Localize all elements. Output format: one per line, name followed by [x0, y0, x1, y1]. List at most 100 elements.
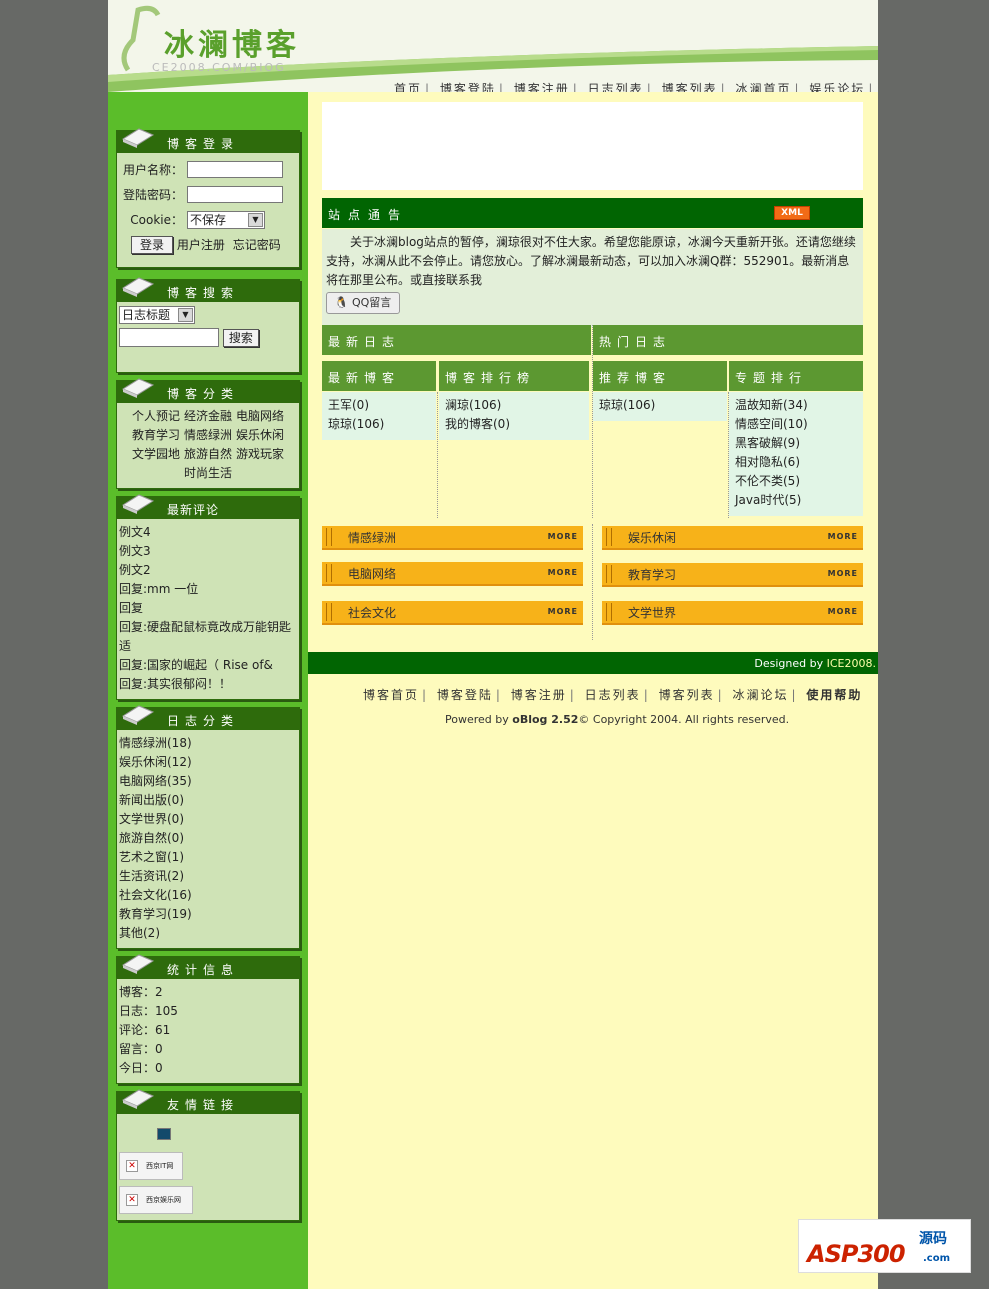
list-item[interactable]: 澜琼(106) — [445, 396, 583, 415]
nav-forum[interactable]: 娱乐论坛 — [809, 82, 865, 92]
login-button[interactable]: 登录 — [131, 236, 174, 254]
footer-nav-login[interactable]: 博客登陆 — [437, 688, 493, 702]
footer-nav-blog-list[interactable]: 博客列表 — [659, 688, 715, 702]
category-item[interactable]: 经济金融 — [184, 409, 232, 423]
friend-link-item[interactable]: ✕ 西京娱乐网 — [119, 1186, 193, 1214]
username-input[interactable] — [187, 161, 283, 178]
blog-category-panel: 博客分类 个人预记 经济金融 电脑网络 教育学习 情感绿洲 娱乐休闲 文学园地 旅游自然游… — [116, 378, 300, 489]
category-item[interactable]: 游戏玩家 — [236, 447, 284, 461]
search-panel-title: 博客搜索 — [167, 286, 240, 300]
search-type-value: 日志标题 — [122, 308, 171, 322]
log-category-item[interactable]: 新闻出版(0) — [119, 791, 297, 810]
qq-message-button[interactable]: 🐧 QQ留言 — [326, 292, 400, 314]
category-item[interactable]: 教育学习 — [132, 428, 180, 442]
category-bar-emotion[interactable]: 情感绿洲 MORE — [322, 526, 583, 550]
comment-item[interactable]: 回复:硬盘配鼠标竟改成万能钥匙 适 — [119, 618, 297, 656]
password-row: 登陆密码： — [121, 182, 295, 207]
search-button[interactable]: 搜索 — [222, 329, 259, 347]
site-header: 冰澜博客 CE2008.COM/BIOG 首页 | 博客登陆 | 博客注册 | 日志列… — [108, 0, 878, 92]
comment-item[interactable]: 例文3 — [119, 542, 297, 561]
list-item[interactable]: 温故知新(34) — [735, 396, 857, 415]
comment-item[interactable]: 回复:其实很郁闷！！ — [119, 675, 297, 694]
footer-nav-register[interactable]: 博客注册 — [511, 688, 567, 702]
comment-item[interactable]: 例文2 — [119, 561, 297, 580]
list-item[interactable]: 情感空间(10) — [735, 415, 857, 434]
nav-binglan-home[interactable]: 冰澜首页 — [735, 82, 791, 92]
more-button[interactable]: MORE — [828, 532, 858, 541]
list-item[interactable]: 不伦不类(5) — [735, 472, 857, 491]
category-item[interactable]: 文学园地 — [132, 447, 180, 461]
category-item[interactable]: 时尚生活 — [184, 466, 232, 480]
cookie-select[interactable]: 不保存 ▼ — [187, 210, 265, 229]
nav-home[interactable]: 首页 — [394, 82, 422, 92]
category-item[interactable]: 娱乐休闲 — [236, 428, 284, 442]
stat-logs: 日志：105 — [119, 1004, 178, 1018]
logo-title[interactable]: 冰澜博客 — [164, 20, 300, 64]
topic-ranking-header: 专题排行 — [729, 361, 863, 391]
footer-nav-log-list[interactable]: 日志列表 — [585, 688, 641, 702]
link-image-icon[interactable] — [157, 1128, 171, 1140]
register-link[interactable]: 用户注册 — [177, 238, 225, 252]
comment-item[interactable]: 例文4 — [119, 523, 297, 542]
footer-nav-help[interactable]: 使用帮助 — [806, 688, 862, 702]
xml-feed-badge[interactable]: XML — [774, 206, 810, 220]
category-bar-entertainment[interactable]: 娱乐休闲 MORE — [602, 526, 863, 550]
designed-by-brand[interactable]: ICE2008. — [827, 657, 876, 670]
list-item[interactable]: 王军(0) — [328, 396, 430, 415]
log-category-item[interactable]: 情感绿洲(18) — [119, 734, 297, 753]
latest-comments-panel: 最新评论 例文4 例文3 例文2 回复:mm 一位 回复 回复:硬盘配鼠标竟改成… — [116, 494, 300, 700]
log-category-item[interactable]: 文学世界(0) — [119, 810, 297, 829]
recommended-title: 推荐博客 — [599, 371, 672, 385]
more-button[interactable]: MORE — [828, 607, 858, 616]
latest-logs-title[interactable]: 最新日志 — [328, 333, 400, 350]
log-category-item[interactable]: 电脑网络(35) — [119, 772, 297, 791]
search-input[interactable] — [119, 328, 219, 347]
list-item[interactable]: 琼琼(106) — [599, 396, 721, 415]
nav-blog-register[interactable]: 博客注册 — [514, 82, 570, 92]
nav-log-list[interactable]: 日志列表 — [588, 82, 644, 92]
list-item[interactable]: 我的博客(0) — [445, 415, 583, 434]
category-item[interactable]: 电脑网络 — [236, 409, 284, 423]
comment-item[interactable]: 回复:mm 一位 — [119, 580, 297, 599]
nav-blog-login[interactable]: 博客登陆 — [440, 82, 496, 92]
friend-link-label: 西京娱乐网 — [146, 1196, 181, 1204]
log-category-item[interactable]: 其他(2) — [119, 924, 297, 943]
category-bar-education[interactable]: 教育学习 MORE — [602, 563, 863, 587]
log-category-item[interactable]: 艺术之窗(1) — [119, 848, 297, 867]
footer-nav-home[interactable]: 博客首页 — [363, 688, 419, 702]
list-item[interactable]: 琼琼(106) — [328, 415, 430, 434]
powered-name[interactable]: oBlog 2.52 — [512, 713, 578, 726]
category-item[interactable]: 旅游自然 — [184, 447, 232, 461]
search-type-select[interactable]: 日志标题 ▼ — [119, 306, 195, 324]
comment-item[interactable]: 回复 — [119, 599, 297, 618]
nav-blog-list[interactable]: 博客列表 — [662, 82, 718, 92]
log-category-item[interactable]: 教育学习(19) — [119, 905, 297, 924]
bar-stripe — [606, 603, 612, 621]
category-item[interactable]: 情感绿洲 — [184, 428, 232, 442]
category-item[interactable]: 个人预记 — [132, 409, 180, 423]
watermark-brand: ASP300 — [807, 1240, 906, 1268]
friend-link-item[interactable]: ✕ 西京IT网 — [119, 1152, 183, 1180]
login-panel-header: 博客登录 — [117, 128, 299, 153]
hot-logs-title[interactable]: 热门日志 — [599, 333, 671, 350]
more-button[interactable]: MORE — [548, 532, 578, 541]
forgot-password-link[interactable]: 忘记密码 — [233, 238, 281, 252]
password-input[interactable] — [187, 186, 283, 203]
log-category-item[interactable]: 旅游自然(0) — [119, 829, 297, 848]
more-button[interactable]: MORE — [828, 569, 858, 578]
log-category-item[interactable]: 生活资讯(2) — [119, 867, 297, 886]
more-button[interactable]: MORE — [548, 607, 578, 616]
category-bar-society[interactable]: 社会文化 MORE — [322, 601, 583, 625]
notice-title: 站点通告 — [328, 208, 409, 222]
list-item[interactable]: Java时代(5) — [735, 491, 857, 510]
log-category-item[interactable]: 社会文化(16) — [119, 886, 297, 905]
comment-item[interactable]: 回复:国家的崛起（ Rise of& — [119, 656, 297, 675]
category-bar-literature[interactable]: 文学世界 MORE — [602, 601, 863, 625]
category-bar-computer[interactable]: 电脑网络 MORE — [322, 562, 583, 586]
list-item[interactable]: 相对隐私(6) — [735, 453, 857, 472]
log-category-item[interactable]: 娱乐休闲(12) — [119, 753, 297, 772]
list-item[interactable]: 黑客破解(9) — [735, 434, 857, 453]
more-button[interactable]: MORE — [548, 568, 578, 577]
designed-by: Designed by ICE2008. — [754, 657, 876, 670]
footer-nav-forum[interactable]: 冰澜论坛 — [732, 688, 788, 702]
